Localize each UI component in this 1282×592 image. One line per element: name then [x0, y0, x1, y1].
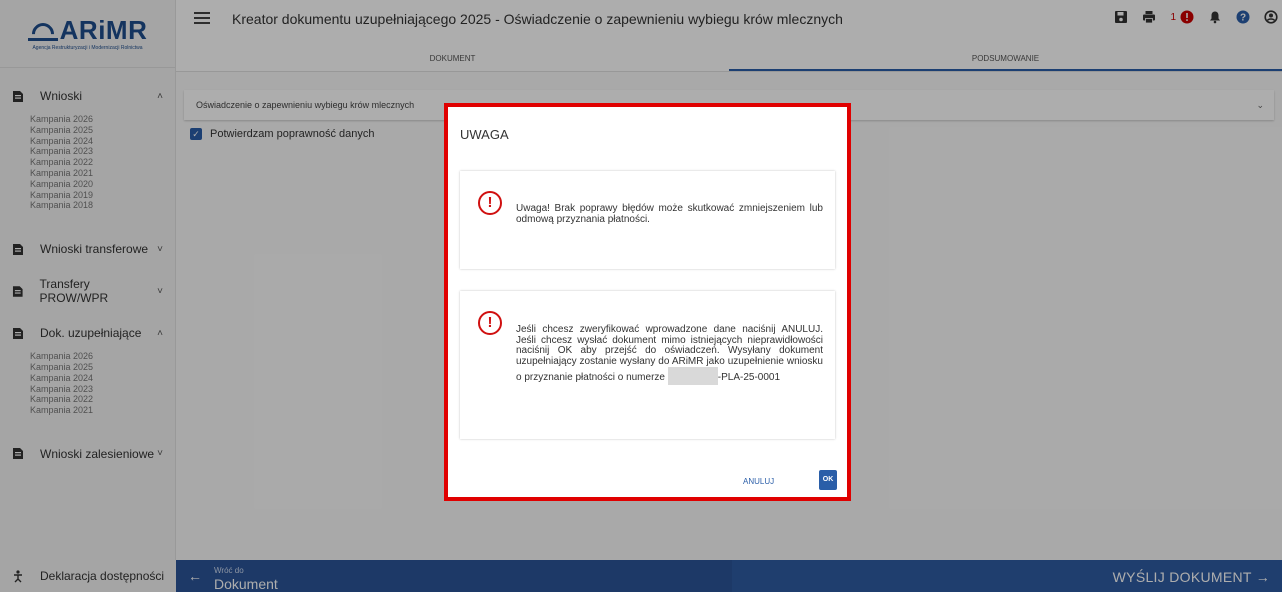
dialog-title: UWAGA	[460, 127, 509, 142]
warning-icon: !	[478, 311, 502, 335]
cancel-button[interactable]: ANULUJ	[743, 477, 774, 486]
info-message-part2: -PLA-25-0001	[717, 372, 781, 383]
info-message-text: Jeśli chcesz zweryfikować wprowadzone da…	[516, 324, 823, 385]
warning-dialog: UWAGA ! Uwaga! Brak poprawy błędów może …	[444, 103, 851, 501]
warning-message-card: ! Uwaga! Brak poprawy błędów może skutko…	[460, 171, 835, 269]
ok-button[interactable]: OK	[819, 470, 837, 490]
redacted-block	[667, 367, 718, 385]
warning-icon: !	[478, 191, 502, 215]
warning-message-text: Uwaga! Brak poprawy błędów może skutkowa…	[516, 203, 823, 225]
info-message-card: ! Jeśli chcesz zweryfikować wprowadzone …	[460, 291, 835, 439]
